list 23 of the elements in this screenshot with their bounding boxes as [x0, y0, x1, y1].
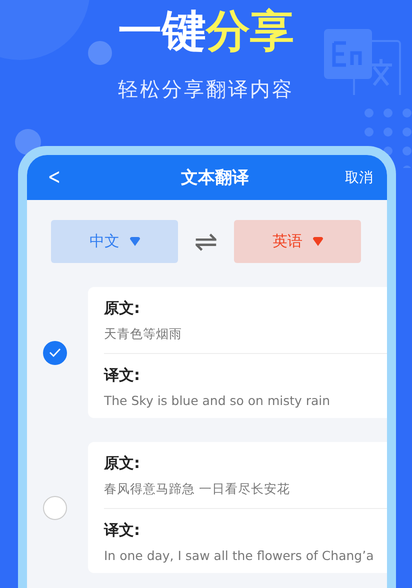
language-selector[interactable]: 英语 — [234, 220, 361, 263]
source-text: 天青色等烟雨 — [104, 326, 183, 343]
source-text: 春风得意马蹄急 一日看尽长安花 — [104, 481, 291, 498]
language-selector[interactable]: 中文 — [51, 220, 178, 263]
source-label: 原文: — [104, 454, 141, 473]
subtitle: 轻松分享翻译内容 — [117, 76, 295, 103]
select-radio[interactable] — [43, 496, 67, 520]
headline-text: 一键 — [118, 6, 206, 57]
translation-text: In one day, I saw all the flowers of Chang’a — [104, 548, 375, 563]
select-radio[interactable] — [43, 340, 67, 364]
dropdown-icon — [312, 237, 322, 246]
decor-circle — [15, 129, 41, 155]
translation-label: 译文: — [104, 521, 141, 540]
swap-button[interactable]: ⇌ — [178, 225, 234, 258]
dropdown-icon — [130, 237, 140, 246]
screen-title: 文本翻译 — [181, 167, 250, 189]
cancel-button[interactable]: 取消 — [345, 168, 373, 186]
check-icon — [49, 348, 61, 357]
headline-text: 分享 — [206, 6, 294, 57]
source-label: 原文: — [104, 299, 141, 318]
translation-text: The Sky is blue and so on misty rain — [104, 393, 332, 408]
back-button[interactable]: < — [48, 165, 61, 190]
translation-label: 译文: — [104, 366, 141, 385]
